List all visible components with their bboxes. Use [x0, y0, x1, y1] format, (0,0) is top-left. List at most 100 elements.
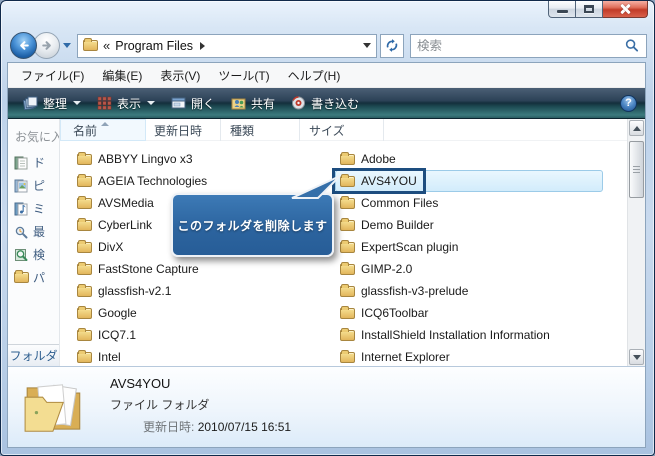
details-item-type: ファイル フォルダ [110, 398, 210, 412]
organize-dropdown-icon [73, 101, 82, 105]
list-item[interactable]: FastStone Capture [72, 258, 325, 280]
search-input[interactable] [417, 38, 624, 53]
list-item[interactable]: ABBYY Lingvo x3 [72, 148, 325, 170]
list-item-avs4you[interactable]: AVS4YOU [335, 170, 603, 192]
folder-icon [77, 239, 92, 253]
help-icon: ? [625, 97, 632, 109]
caption-buttons [548, 1, 648, 18]
callout-tail [291, 175, 341, 199]
list-item[interactable]: Google [72, 302, 325, 324]
breadcrumb-dropdown-icon[interactable] [363, 43, 371, 48]
folder-icon [77, 327, 92, 341]
sidebar-item-public[interactable]: パ [8, 266, 59, 289]
breadcrumb-chevron-icon[interactable] [200, 41, 206, 50]
maximize-button[interactable] [576, 1, 603, 18]
breadcrumb-collapse[interactable]: « [103, 38, 110, 53]
list-item[interactable]: ICQ7.1 [72, 324, 325, 346]
organize-button[interactable]: 整理 [16, 91, 88, 116]
help-button[interactable]: ? [620, 94, 637, 112]
list-item[interactable]: Adobe [335, 148, 603, 170]
burn-label: 書き込む [311, 96, 360, 111]
list-item[interactable]: Internet Explorer [335, 346, 603, 366]
folder-icon [77, 151, 92, 165]
forward-button[interactable] [33, 32, 60, 59]
breadcrumb[interactable]: « Program Files [77, 33, 377, 58]
sort-ascending-icon [101, 122, 109, 126]
refresh-button[interactable] [380, 33, 404, 58]
close-button[interactable] [603, 1, 648, 18]
sidebar-item-label: 検 [33, 248, 46, 262]
search-box[interactable] [410, 33, 647, 58]
list-item[interactable]: Demo Builder [335, 214, 603, 236]
menu-help[interactable]: ヘルプ(H) [279, 63, 350, 88]
folders-band[interactable]: フォルダ [8, 344, 59, 366]
scroll-up-button[interactable] [629, 120, 644, 136]
folder-icon [77, 217, 92, 231]
favorites-sidebar: お気に入 ド ピ ミ 最 検 パ フォルダ [8, 119, 60, 366]
explorer-window: « Program Files ファイル(F) 編集(E) [0, 0, 655, 456]
column-header-name[interactable]: 名前 [60, 119, 146, 141]
folder-icon [77, 173, 92, 187]
menu-edit[interactable]: 編集(E) [93, 63, 151, 88]
sidebar-item-searches[interactable]: 検 [8, 243, 59, 266]
sidebar-item-music[interactable]: ミ [8, 197, 59, 220]
public-folder-icon [14, 270, 29, 283]
scrollbar-grip [633, 165, 640, 174]
list-item[interactable]: InstallShield Installation Information [335, 324, 603, 346]
back-arrow-icon [19, 41, 29, 50]
column-header-modified[interactable]: 更新日時 [146, 119, 221, 141]
menu-file[interactable]: ファイル(F) [12, 63, 93, 88]
folder-icon [77, 305, 92, 319]
details-modified-label: 更新日時: [143, 420, 195, 434]
file-list-pane: 名前 更新日時 種類 サイズ ABBYY Lingvo x3 AGEIA Tec… [60, 119, 627, 366]
column-header-type[interactable]: 種類 [221, 119, 300, 141]
burn-button[interactable]: 書き込む [284, 91, 366, 116]
scrollbar-thumb[interactable] [629, 141, 644, 198]
list-item[interactable]: ICQ6Toolbar [335, 302, 603, 324]
folder-icon [340, 217, 355, 231]
forward-arrow-icon [41, 41, 51, 50]
details-text: AVS4YOU ファイル フォルダ 更新日時: 2010/07/15 16:51 [110, 374, 291, 441]
share-button[interactable]: 共有 [224, 91, 282, 116]
burn-icon [292, 96, 306, 110]
list-item[interactable]: GIMP-2.0 [335, 258, 603, 280]
search-icon[interactable] [624, 38, 640, 53]
list-item[interactable]: glassfish-v2.1 [72, 280, 325, 302]
back-button[interactable] [10, 32, 37, 59]
folder-icon [83, 38, 98, 51]
share-label: 共有 [251, 96, 276, 111]
open-button[interactable]: 開く [164, 91, 222, 116]
column-headers: 名前 更新日時 種類 サイズ [60, 119, 627, 141]
breadcrumb-segment[interactable]: Program Files [115, 39, 193, 53]
details-modified-value: 2010/07/15 16:51 [197, 420, 292, 434]
scroll-down-icon [632, 354, 641, 360]
folder-icon [340, 283, 355, 297]
sidebar-item-recent-changes[interactable]: 最 [8, 220, 59, 243]
pictures-icon [14, 179, 28, 192]
sidebar-item-documents[interactable]: ド [8, 151, 59, 174]
menu-bar: ファイル(F) 編集(E) 表示(V) ツール(T) ヘルプ(H) [8, 63, 645, 88]
scroll-down-button[interactable] [629, 349, 644, 365]
history-dropdown-icon[interactable] [63, 43, 71, 48]
organize-icon [23, 96, 38, 110]
open-label: 開く [191, 96, 216, 111]
folder-icon [340, 327, 355, 341]
menu-tools[interactable]: ツール(T) [209, 63, 278, 88]
recent-changes-icon [15, 226, 28, 238]
views-button[interactable]: 表示 [90, 91, 162, 116]
organize-label: 整理 [43, 96, 68, 111]
menu-view[interactable]: 表示(V) [151, 63, 209, 88]
list-item[interactable]: Common Files [335, 192, 603, 214]
sidebar-item-pictures[interactable]: ピ [8, 174, 59, 197]
folder-icon [340, 261, 355, 275]
list-item[interactable]: Intel [72, 346, 325, 366]
folder-icon [340, 173, 355, 187]
documents-icon [14, 156, 28, 169]
list-item[interactable]: glassfish-v3-prelude [335, 280, 603, 302]
views-dropdown-icon [147, 101, 156, 105]
column-header-size[interactable]: サイズ [300, 119, 384, 141]
list-item[interactable]: ExpertScan plugin [335, 236, 603, 258]
vertical-scrollbar[interactable] [627, 119, 645, 366]
minimize-button[interactable] [548, 1, 576, 18]
share-icon [231, 98, 246, 110]
